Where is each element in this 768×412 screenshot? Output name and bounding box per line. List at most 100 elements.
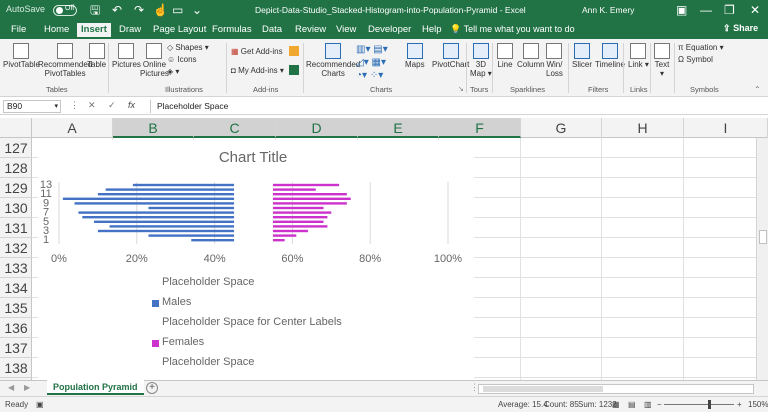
people-graph-icon[interactable] [289, 65, 299, 75]
macro-recording-icon[interactable]: ▣ [36, 400, 44, 409]
sheet-tab-population-pyramid[interactable]: Population Pyramid [47, 380, 144, 395]
tab-review[interactable]: Review [295, 24, 326, 35]
bing-maps-icon[interactable] [289, 46, 299, 56]
bar-females[interactable] [272, 197, 351, 200]
population-pyramid-chart[interactable]: Chart Title 13 11 9 7 5 3 1 0% 20% 40% 60% 80% 100%… [38, 140, 474, 380]
row-header[interactable]: 136 [0, 318, 32, 338]
row-header[interactable]: 130 [0, 198, 32, 218]
my-addins-button[interactable]: ◘ My Add-ins ▾ [231, 66, 284, 75]
tab-help[interactable]: Help [422, 24, 442, 35]
undo-icon[interactable]: ↶ [112, 3, 122, 17]
column-header[interactable]: A [32, 118, 113, 138]
bar-females[interactable] [272, 234, 297, 237]
pivotchart-button[interactable]: PivotChart [432, 43, 469, 69]
tab-developer[interactable]: Developer [368, 24, 411, 35]
bar-males[interactable] [105, 188, 235, 191]
horizontal-scrollbar[interactable] [478, 384, 754, 394]
bar-males[interactable] [82, 216, 235, 219]
link-button[interactable]: Link ▾ [628, 43, 649, 69]
cancel-entry-icon[interactable]: ✕ [88, 100, 96, 111]
bar-males[interactable] [94, 220, 235, 223]
row-header[interactable]: 127 [0, 138, 32, 158]
tab-formulas[interactable]: Formulas [212, 24, 252, 35]
symbol-button[interactable]: Ω Symbol [678, 55, 713, 64]
bar-males[interactable] [191, 239, 235, 242]
column-header[interactable]: E [358, 118, 439, 138]
recommended-charts-button[interactable]: Recommended Charts [306, 43, 360, 78]
row-header[interactable]: 137 [0, 338, 32, 358]
get-addins-button[interactable]: ▦ Get Add-ins [231, 47, 283, 56]
column-header[interactable]: D [276, 118, 358, 138]
share-button[interactable]: ⇪ Share [723, 23, 758, 34]
maps-button[interactable]: Maps [405, 43, 425, 69]
previous-sheet-icon[interactable]: ◀ [8, 383, 14, 392]
row-header[interactable]: 128 [0, 158, 32, 178]
minimize-icon[interactable]: — [700, 3, 712, 17]
bar-males[interactable] [148, 206, 235, 210]
table-button[interactable]: Table [87, 43, 106, 69]
tab-insert[interactable]: Insert [77, 23, 111, 37]
tab-draw[interactable]: Draw [119, 24, 141, 35]
column-header[interactable]: F [439, 118, 521, 138]
touch-mode-icon[interactable]: ☝ [153, 3, 168, 17]
name-box-dropdown-icon[interactable]: ▾ [54, 101, 58, 112]
vertical-scroll-thumb[interactable] [759, 230, 767, 244]
bar-males[interactable] [74, 202, 235, 205]
recommended-pivottables-button[interactable]: Recommended PivotTables [38, 43, 92, 78]
pictures-button[interactable]: Pictures [112, 43, 141, 69]
column-header[interactable]: H [602, 118, 684, 138]
next-sheet-icon[interactable]: ▶ [24, 383, 30, 392]
bar-males[interactable] [109, 225, 235, 228]
bar-females[interactable] [272, 220, 324, 223]
bar-females[interactable] [272, 193, 347, 196]
zoom-out-icon[interactable]: − [657, 400, 662, 409]
row-header[interactable]: 129 [0, 178, 32, 198]
sparkline-column-button[interactable]: Column [517, 43, 545, 69]
pivottable-button[interactable]: PivotTable [3, 43, 40, 69]
chart-type-gallery[interactable]: ▥▾ ▤▾ ◿▾ ▦▾ ◔▾ ⁘▾ [356, 43, 388, 82]
bar-females[interactable] [272, 216, 328, 219]
bar-females[interactable] [272, 211, 332, 214]
row-header[interactable]: 132 [0, 238, 32, 258]
sparkline-winloss-button[interactable]: Win/Loss [546, 43, 563, 78]
column-header[interactable]: G [521, 118, 602, 138]
bar-males[interactable] [97, 193, 235, 196]
print-preview-icon[interactable]: ▭ [172, 3, 183, 17]
close-icon[interactable]: ✕ [750, 3, 760, 17]
3d-models-button[interactable]: ◈ ▾ [167, 67, 179, 76]
select-all-corner[interactable] [0, 118, 32, 138]
column-header[interactable]: B [113, 118, 194, 138]
zoom-slider[interactable] [664, 404, 734, 405]
autosave-toggle[interactable]: Off [53, 5, 77, 16]
customize-quick-access-icon[interactable]: ⌄ [192, 3, 202, 17]
horizontal-scroll-thumb[interactable] [483, 386, 603, 392]
bar-males[interactable] [78, 211, 235, 214]
user-name[interactable]: Ann K. Emery [582, 5, 634, 15]
dialog-launcher-icon[interactable]: ↘ [458, 85, 464, 93]
redo-icon[interactable]: ↷ [134, 3, 144, 17]
normal-view-icon[interactable]: ▦ [612, 400, 620, 409]
tab-file[interactable]: File [11, 24, 26, 35]
tab-home[interactable]: Home [44, 24, 69, 35]
plot-area[interactable]: 131197531 0% 20% 40% 60% 80% 100% [38, 140, 474, 280]
timeline-button[interactable]: Timeline [595, 43, 625, 69]
page-break-view-icon[interactable]: ▥ [644, 400, 652, 409]
column-header[interactable]: I [684, 118, 768, 138]
tab-page-layout[interactable]: Page Layout [153, 24, 206, 35]
page-layout-view-icon[interactable]: ▤ [628, 400, 636, 409]
restore-icon[interactable]: ❐ [724, 3, 735, 17]
row-header[interactable]: 133 [0, 258, 32, 278]
online-pictures-button[interactable]: Online Pictures [140, 43, 169, 78]
ribbon-display-icon[interactable]: ▣ [676, 3, 687, 17]
zoom-in-icon[interactable]: + [737, 400, 742, 409]
tell-me-search[interactable]: 💡 Tell me what you want to do [450, 24, 575, 35]
row-header[interactable]: 131 [0, 218, 32, 238]
3d-map-button[interactable]: 3D Map ▾ [470, 43, 492, 78]
icons-button[interactable]: ☺ Icons [167, 55, 197, 64]
formula-input[interactable]: Placeholder Space [150, 100, 762, 113]
add-sheet-button[interactable]: + [146, 382, 158, 394]
text-button[interactable]: Text ▾ [654, 43, 670, 78]
legend-entry-males[interactable]: Males [162, 296, 191, 308]
insert-function-button[interactable]: fx [128, 100, 135, 110]
confirm-entry-icon[interactable]: ✓ [108, 100, 116, 111]
